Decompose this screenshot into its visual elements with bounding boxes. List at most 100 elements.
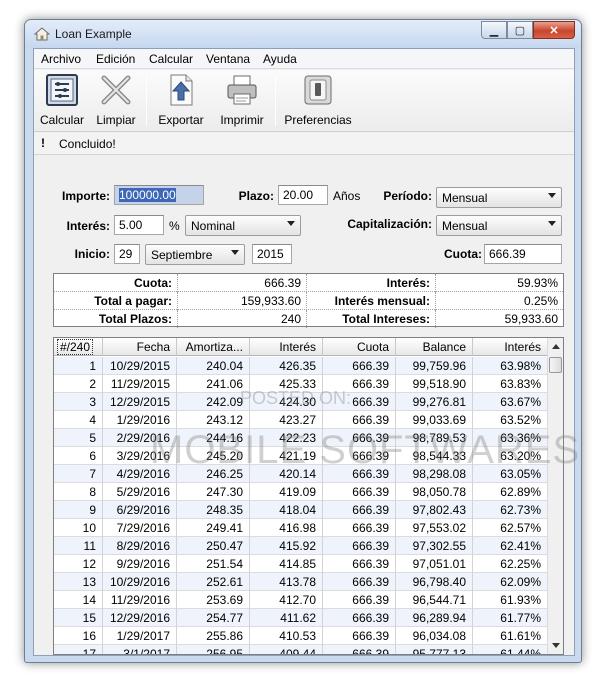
table-row[interactable]: 14 11/29/2016 253.69 412.70 666.39 96,544.71 6…	[54, 591, 548, 609]
window-title: Loan Example	[55, 27, 132, 41]
table-cell: 252.61	[177, 573, 250, 591]
table-row[interactable]: 11 8/29/2016 250.47 415.92 666.39 97,302.55 62…	[54, 537, 548, 555]
table-cell: 99,033.69	[396, 411, 473, 429]
interes-type-select[interactable]: Nominal	[185, 215, 301, 236]
table-cell: 423.27	[250, 411, 323, 429]
menu-calcular[interactable]: Calcular	[149, 52, 193, 66]
calcular-button[interactable]: Calcular	[38, 73, 86, 127]
table-cell: 255.86	[177, 627, 250, 645]
inicio-month-select[interactable]: Septiembre	[145, 244, 245, 265]
column-header-balance[interactable]: Balance	[396, 338, 473, 356]
table-row[interactable]: 6 3/29/2016 245.20 421.19 666.39 98,544.33 63.…	[54, 447, 548, 465]
table-cell: 254.77	[177, 609, 250, 627]
menu-ventana[interactable]: Ventana	[206, 52, 250, 66]
table-cell: 61.44%	[473, 645, 548, 654]
table-cell: 63.20%	[473, 447, 548, 465]
menu-archivo[interactable]: Archivo	[41, 52, 81, 66]
table-cell: 424.30	[250, 393, 323, 411]
table-row[interactable]: 16 1/29/2017 255.86 410.53 666.39 96,034.08 61…	[54, 627, 548, 645]
table-row[interactable]: 10 7/29/2016 249.41 416.98 666.39 97,553.02 62…	[54, 519, 548, 537]
scrollbar-thumb[interactable]	[549, 357, 562, 373]
summary-value: 159,933.60	[178, 292, 307, 310]
preferences-switch-icon	[304, 75, 332, 105]
periodo-select[interactable]: Mensual	[436, 187, 562, 208]
table-row[interactable]: 15 12/29/2016 254.77 411.62 666.39 96,289.94 6…	[54, 609, 548, 627]
table-row[interactable]: 4 1/29/2016 243.12 423.27 666.39 99,033.69 63.…	[54, 411, 548, 429]
table-row[interactable]: 17 3/1/2017 256.95 409.44 666.39 95,777.13 61.…	[54, 645, 548, 654]
table-cell: 99,518.90	[396, 375, 473, 393]
interes-input[interactable]: 5.00	[114, 215, 164, 235]
table-row[interactable]: 8 5/29/2016 247.30 419.09 666.39 98,050.78 62.…	[54, 483, 548, 501]
title-bar[interactable]: Loan Example ▁ ▢ ✕	[25, 20, 581, 48]
table-row[interactable]: 9 6/29/2016 248.35 418.04 666.39 97,802.43 62.…	[54, 501, 548, 519]
column-header-interes[interactable]: Interés	[250, 338, 323, 356]
table-cell: 12/29/2015	[103, 393, 177, 411]
table-row[interactable]: 2 11/29/2015 241.06 425.33 666.39 99,518.90 63…	[54, 375, 548, 393]
scroll-down-icon[interactable]	[552, 643, 560, 648]
table-cell: 9/29/2016	[103, 555, 177, 573]
table-cell: 666.39	[323, 357, 396, 375]
summary-value: 59.93%	[517, 276, 558, 290]
summary-label: Total a pagar:	[54, 292, 178, 310]
limpiar-button[interactable]: Limpiar	[92, 73, 140, 127]
minimize-button[interactable]: ▁	[481, 21, 507, 39]
scroll-up-icon[interactable]	[552, 344, 560, 349]
table-cell: 17	[54, 645, 103, 654]
close-button[interactable]: ✕	[533, 21, 575, 39]
column-header-amortizacion[interactable]: Amortiza...	[177, 338, 250, 356]
table-cell: 1/29/2017	[103, 627, 177, 645]
table-cell: 1	[54, 357, 103, 375]
app-window: Loan Example ▁ ▢ ✕ Archivo Edición Calcu…	[24, 19, 582, 663]
table-cell: 98,544.33	[396, 447, 473, 465]
column-header-cuota[interactable]: Cuota	[323, 338, 396, 356]
status-info-icon: !	[41, 136, 45, 150]
status-bar: ! Concluido!	[34, 133, 574, 155]
summary-row: Total Plazos: 240 Total Intereses: 59,93…	[54, 310, 563, 328]
table-cell: 250.47	[177, 537, 250, 555]
menu-ayuda[interactable]: Ayuda	[263, 52, 297, 66]
cuota-output[interactable]: 666.39	[484, 244, 562, 264]
table-cell: 97,051.01	[396, 555, 473, 573]
table-row[interactable]: 3 12/29/2015 242.09 424.30 666.39 99,276.81 63…	[54, 393, 548, 411]
table-cell: 666.39	[323, 627, 396, 645]
table-cell: 425.33	[250, 375, 323, 393]
column-header-fecha[interactable]: Fecha	[103, 338, 177, 356]
table-row[interactable]: 7 4/29/2016 246.25 420.14 666.39 98,298.08 63.…	[54, 465, 548, 483]
imprimir-button[interactable]: Imprimir	[214, 73, 270, 127]
calculator-icon	[46, 74, 78, 106]
amortization-table[interactable]: #/240 Fecha Amortiza... Interés Cuota Ba…	[53, 337, 564, 655]
vertical-scrollbar[interactable]	[547, 338, 563, 654]
table-cell: 426.35	[250, 357, 323, 375]
table-cell: 666.39	[323, 465, 396, 483]
importe-input[interactable]: 100000.00	[114, 185, 204, 205]
inicio-year-input[interactable]: 2015	[252, 244, 292, 264]
periodo-value: Mensual	[442, 191, 488, 205]
interes-value: 5.00	[119, 218, 143, 232]
table-cell: 413.78	[250, 573, 323, 591]
table-row[interactable]: 12 9/29/2016 251.54 414.85 666.39 97,051.01 62…	[54, 555, 548, 573]
column-header-number[interactable]: #/240	[54, 338, 103, 356]
inicio-day-input[interactable]: 29	[114, 244, 140, 264]
capitalizacion-select[interactable]: Mensual	[436, 215, 562, 236]
inicio-label: Inicio:	[74, 247, 110, 261]
table-cell: 240.04	[177, 357, 250, 375]
exportar-button[interactable]: Exportar	[153, 73, 209, 127]
maximize-button[interactable]: ▢	[507, 21, 533, 39]
table-cell: 666.39	[323, 573, 396, 591]
plazo-input[interactable]: 20.00	[278, 185, 328, 205]
toolbar-separator	[146, 76, 147, 126]
preferencias-label: Preferencias	[284, 113, 352, 127]
table-row[interactable]: 13 10/29/2016 252.61 413.78 666.39 96,798.40 6…	[54, 573, 548, 591]
table-cell: 249.41	[177, 519, 250, 537]
plazo-label: Plazo:	[238, 189, 274, 203]
table-cell: 3/29/2016	[103, 447, 177, 465]
preferencias-button[interactable]: Preferencias	[282, 73, 354, 127]
table-cell: 253.69	[177, 591, 250, 609]
table-cell: 62.09%	[473, 573, 548, 591]
table-cell: 98,050.78	[396, 483, 473, 501]
menu-edicion[interactable]: Edición	[96, 52, 135, 66]
column-header-interes-pct[interactable]: Interés	[473, 338, 548, 356]
summary-value: 59,933.60	[504, 312, 558, 326]
table-row[interactable]: 1 10/29/2015 240.04 426.35 666.39 99,759.96 63…	[54, 357, 548, 375]
table-row[interactable]: 5 2/29/2016 244.16 422.23 666.39 98,789.53 63.…	[54, 429, 548, 447]
